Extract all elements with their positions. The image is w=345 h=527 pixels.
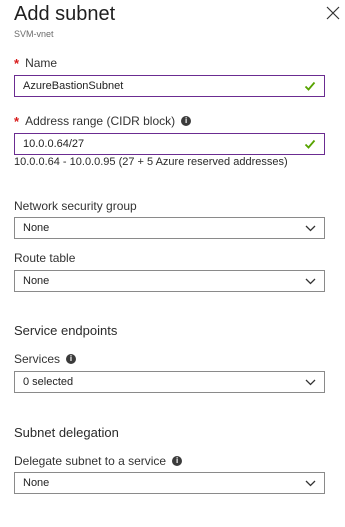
panel-subtitle: SVM-vnet: [14, 29, 54, 39]
route-table-label: Route table: [14, 251, 75, 265]
close-icon[interactable]: [325, 5, 341, 21]
required-asterisk: *: [14, 55, 20, 71]
chevron-down-icon: [305, 379, 316, 385]
checkmark-icon: [304, 139, 316, 149]
info-icon[interactable]: i: [172, 456, 183, 466]
address-range-field[interactable]: 10.0.0.64/27: [14, 133, 325, 155]
address-range-hint: 10.0.0.64 - 10.0.0.95 (27 + 5 Azure rese…: [14, 156, 288, 168]
delegate-dropdown[interactable]: None: [14, 472, 325, 494]
add-subnet-panel: Add subnet SVM-vnet * Name AzureBastionS…: [0, 0, 345, 527]
services-label-text: Services: [14, 352, 61, 366]
services-value: 0 selected: [23, 376, 74, 388]
required-asterisk: *: [14, 113, 20, 129]
chevron-down-icon: [305, 278, 316, 284]
address-range-label: * Address range (CIDR block) i: [14, 113, 192, 129]
name-field-value: AzureBastionSubnet: [23, 80, 124, 92]
subnet-delegation-heading: Subnet delegation: [14, 425, 119, 440]
services-dropdown[interactable]: 0 selected: [14, 371, 325, 393]
route-table-dropdown[interactable]: None: [14, 270, 325, 292]
services-label: Services i: [14, 352, 77, 366]
chevron-down-icon: [305, 480, 316, 486]
checkmark-icon: [304, 81, 316, 91]
nsg-label: Network security group: [14, 199, 137, 213]
chevron-down-icon: [305, 225, 316, 231]
panel-title: Add subnet: [14, 3, 116, 25]
info-icon[interactable]: i: [181, 116, 192, 126]
address-range-value: 10.0.0.64/27: [23, 138, 85, 150]
name-label: * Name: [14, 56, 57, 70]
nsg-dropdown[interactable]: None: [14, 217, 325, 239]
nsg-value: None: [23, 222, 50, 234]
nsg-label-text: Network security group: [14, 199, 137, 213]
route-table-value: None: [23, 275, 50, 287]
service-endpoints-heading: Service endpoints: [14, 323, 118, 338]
delegate-label: Delegate subnet to a service i: [14, 454, 183, 468]
name-field[interactable]: AzureBastionSubnet: [14, 75, 325, 97]
name-label-text: Name: [25, 56, 58, 70]
address-range-label-text: Address range (CIDR block): [25, 114, 176, 128]
delegate-value: None: [23, 477, 50, 489]
route-table-label-text: Route table: [14, 251, 76, 265]
delegate-label-text: Delegate subnet to a service: [14, 454, 167, 468]
info-icon[interactable]: i: [66, 354, 77, 364]
